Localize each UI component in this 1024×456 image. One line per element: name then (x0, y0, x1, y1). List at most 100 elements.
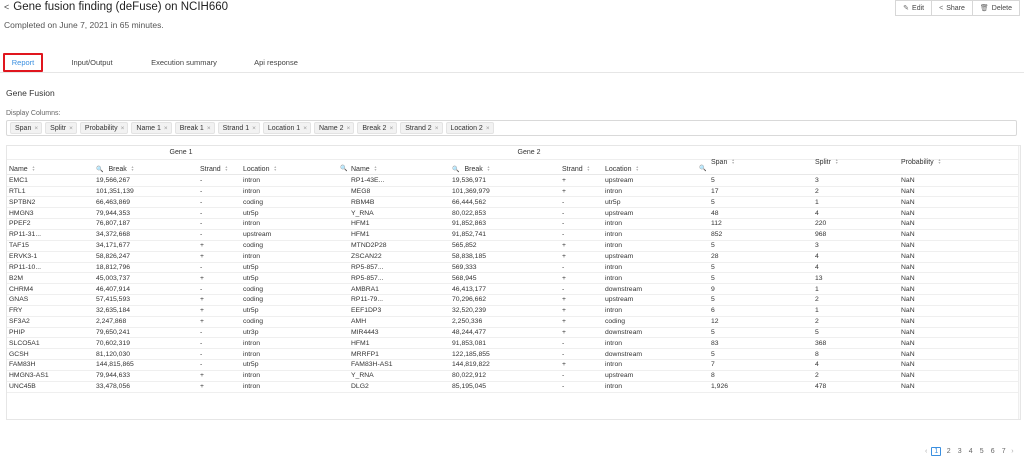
table-row[interactable]: PPEF2 76,807,187 - intron HFM1 91,852,863 - int… (7, 219, 1020, 230)
table-cell: - (562, 263, 565, 271)
remove-chip-icon[interactable]: × (389, 125, 393, 132)
column-chip[interactable]: Strand 1 × (217, 122, 260, 134)
column-chip[interactable]: Location 1 × (262, 122, 311, 134)
column-chip-label: Name 1 (136, 124, 161, 132)
table-row[interactable]: TAF15 34,171,677 + coding MTND2P28 565,852 + in… (7, 241, 1020, 252)
page-link[interactable]: 6 (989, 448, 996, 455)
table-cell: 5 (711, 296, 715, 304)
table-cell: + (562, 318, 566, 326)
search-icon[interactable]: 🔍 (452, 166, 459, 173)
table-cell: 45,003,737 (96, 274, 131, 282)
table-cell: 81,120,030 (96, 350, 131, 358)
remove-chip-icon[interactable]: × (207, 125, 211, 132)
table-cell: 83 (711, 339, 719, 347)
column-header[interactable]: Splitr ▲ ▼ (815, 156, 838, 168)
page-link[interactable]: 1 (931, 447, 942, 456)
remove-chip-icon[interactable]: × (121, 125, 125, 132)
column-chip[interactable]: Location 2 × (445, 122, 494, 134)
table-scrollbar[interactable] (1018, 146, 1020, 419)
sort-icon[interactable]: ▲ ▼ (374, 165, 377, 173)
sort-icon[interactable]: ▲ ▼ (131, 165, 134, 173)
table-cell: 58,826,247 (96, 252, 131, 260)
table-row[interactable]: PHIP 79,650,241 - utr3p MIR4443 48,244,477 + do… (7, 328, 1020, 339)
table-cell: + (562, 187, 566, 195)
edit-button[interactable]: ✎ Edit (895, 0, 933, 16)
column-header-label: Name (351, 165, 370, 173)
table-cell: utr5p (243, 274, 259, 282)
column-chip[interactable]: Strand 2 × (400, 122, 443, 134)
page-link[interactable]: 3 (956, 448, 963, 455)
table-row[interactable]: RP11-31... 34,372,668 - upstream HFM1 91,852,… (7, 230, 1020, 241)
table-row[interactable]: SPTBN2 66,463,869 - coding RBM4B 66,444,562 - u… (7, 198, 1020, 209)
display-columns-label: Display Columns: (6, 110, 61, 117)
table-row[interactable]: EMC1 19,566,267 - intron RP1-43E... 19,536,97… (7, 176, 1020, 187)
table-row[interactable]: RTL1 101,351,139 - intron MEG8 101,369,979 + in… (7, 187, 1020, 198)
table-cell: utr5p (605, 198, 621, 206)
column-chip[interactable]: Splitr × (45, 122, 77, 134)
page-header: < Gene fusion finding (deFuse) on NCIH66… (4, 0, 228, 30)
table-row[interactable]: RP11-10... 18,812,796 - utr5p RP5-857... 569,… (7, 263, 1020, 274)
column-chip[interactable]: Break 2 × (357, 122, 398, 134)
sort-icon[interactable]: ▲ ▼ (835, 158, 838, 166)
share-button[interactable]: < Share (931, 0, 973, 16)
table-row[interactable]: B2M 45,003,737 + utr5p RP5-857... 568,945 + int… (7, 274, 1020, 285)
table-cell: intron (605, 339, 623, 347)
table-row[interactable]: FAM83H 144,815,865 - utr5p FAM83H-AS1 144,819… (7, 360, 1020, 372)
table-cell: 91,852,741 (452, 231, 487, 239)
sort-icon[interactable]: ▲ ▼ (487, 165, 490, 173)
table-row[interactable]: CHRM4 46,407,914 - coding AMBRA1 46,413,177 - d… (7, 285, 1020, 296)
remove-chip-icon[interactable]: × (252, 125, 256, 132)
page-link[interactable]: 2 (945, 448, 952, 455)
next-page-icon[interactable]: › (1011, 448, 1013, 455)
tab-input-output[interactable]: Input/Output (60, 53, 124, 72)
column-chip[interactable]: Break 1 × (174, 122, 215, 134)
table-row[interactable]: HMGN3 79,944,353 - utr5p Y_RNA 80,022,853 - ups… (7, 209, 1020, 220)
remove-chip-icon[interactable]: × (435, 125, 439, 132)
header-divider (7, 174, 1020, 175)
remove-chip-icon[interactable]: × (164, 125, 168, 132)
search-icon[interactable]: 🔍 (96, 166, 103, 173)
page-link[interactable]: 4 (967, 448, 974, 455)
remove-chip-icon[interactable]: × (347, 125, 351, 132)
remove-chip-icon[interactable]: × (69, 125, 73, 132)
page-link[interactable]: 7 (1000, 448, 1007, 455)
column-header[interactable]: Span ▲ ▼ (711, 156, 735, 168)
column-chip[interactable]: Name 2 × (314, 122, 355, 134)
sort-icon[interactable]: ▲ ▼ (938, 158, 941, 166)
table-cell: upstream (605, 177, 634, 184)
column-chip[interactable]: Name 1 × (131, 122, 172, 134)
table-cell: NaN (901, 177, 915, 184)
tab-api-response[interactable]: Api response (246, 53, 306, 72)
table-row[interactable]: FRY 32,635,184 + utr5p EEF1DP3 32,520,239 + int… (7, 306, 1020, 317)
sort-icon[interactable]: ▲ ▼ (225, 165, 228, 173)
table-cell: NaN (901, 263, 915, 271)
table-row[interactable]: SLCO5A1 70,602,319 - intron HFM1 91,853,081 - i… (7, 339, 1020, 350)
display-columns-select[interactable]: Span × Splitr × Probability × Name 1 × Break 1 × S… (6, 120, 1017, 136)
tab-execution-summary[interactable]: Execution summary (142, 53, 226, 72)
table-cell: intron (605, 361, 623, 369)
table-row[interactable]: UNC45B 33,478,056 + intron DLG2 85,195,045 - in… (7, 382, 1020, 393)
sort-icon[interactable]: ▲ ▼ (587, 165, 590, 173)
remove-chip-icon[interactable]: × (303, 125, 307, 132)
table-row[interactable]: ERVK3-1 58,826,247 + intron ZSCAN22 58,838,18… (7, 252, 1020, 263)
remove-chip-icon[interactable]: × (486, 125, 490, 132)
table-row[interactable]: SF3A2 2,247,868 + coding AMH 2,250,336 + coding… (7, 317, 1020, 328)
table-row[interactable]: GNAS 57,415,593 + coding RP11-79... 70,296,66… (7, 295, 1020, 306)
sort-icon[interactable]: ▲ ▼ (273, 165, 276, 173)
prev-page-icon[interactable]: ‹ (925, 448, 927, 455)
sort-icon[interactable]: ▲ ▼ (32, 165, 35, 173)
table-cell: NaN (901, 231, 915, 239)
delete-button[interactable]: 🗑 Delete (971, 0, 1020, 16)
table-cell: 33,478,056 (96, 383, 131, 391)
page-link[interactable]: 5 (978, 448, 985, 455)
column-header[interactable]: Probability ▲ ▼ (901, 156, 941, 168)
remove-chip-icon[interactable]: × (34, 125, 38, 132)
sort-icon[interactable]: ▲ ▼ (731, 158, 734, 166)
column-chip[interactable]: Probability × (79, 122, 129, 134)
table-row[interactable]: HMGN3-AS1 79,944,633 + intron Y_RNA 80,022,91… (7, 371, 1020, 382)
sort-icon[interactable]: ▲ ▼ (635, 165, 638, 173)
column-chip[interactable]: Span × (10, 122, 43, 134)
table-cell: 112 (711, 220, 722, 228)
tab-report[interactable]: Report (3, 53, 43, 72)
table-row[interactable]: GCSH 81,120,030 - intron MRRFP1 122,185,855 - d… (7, 350, 1020, 361)
